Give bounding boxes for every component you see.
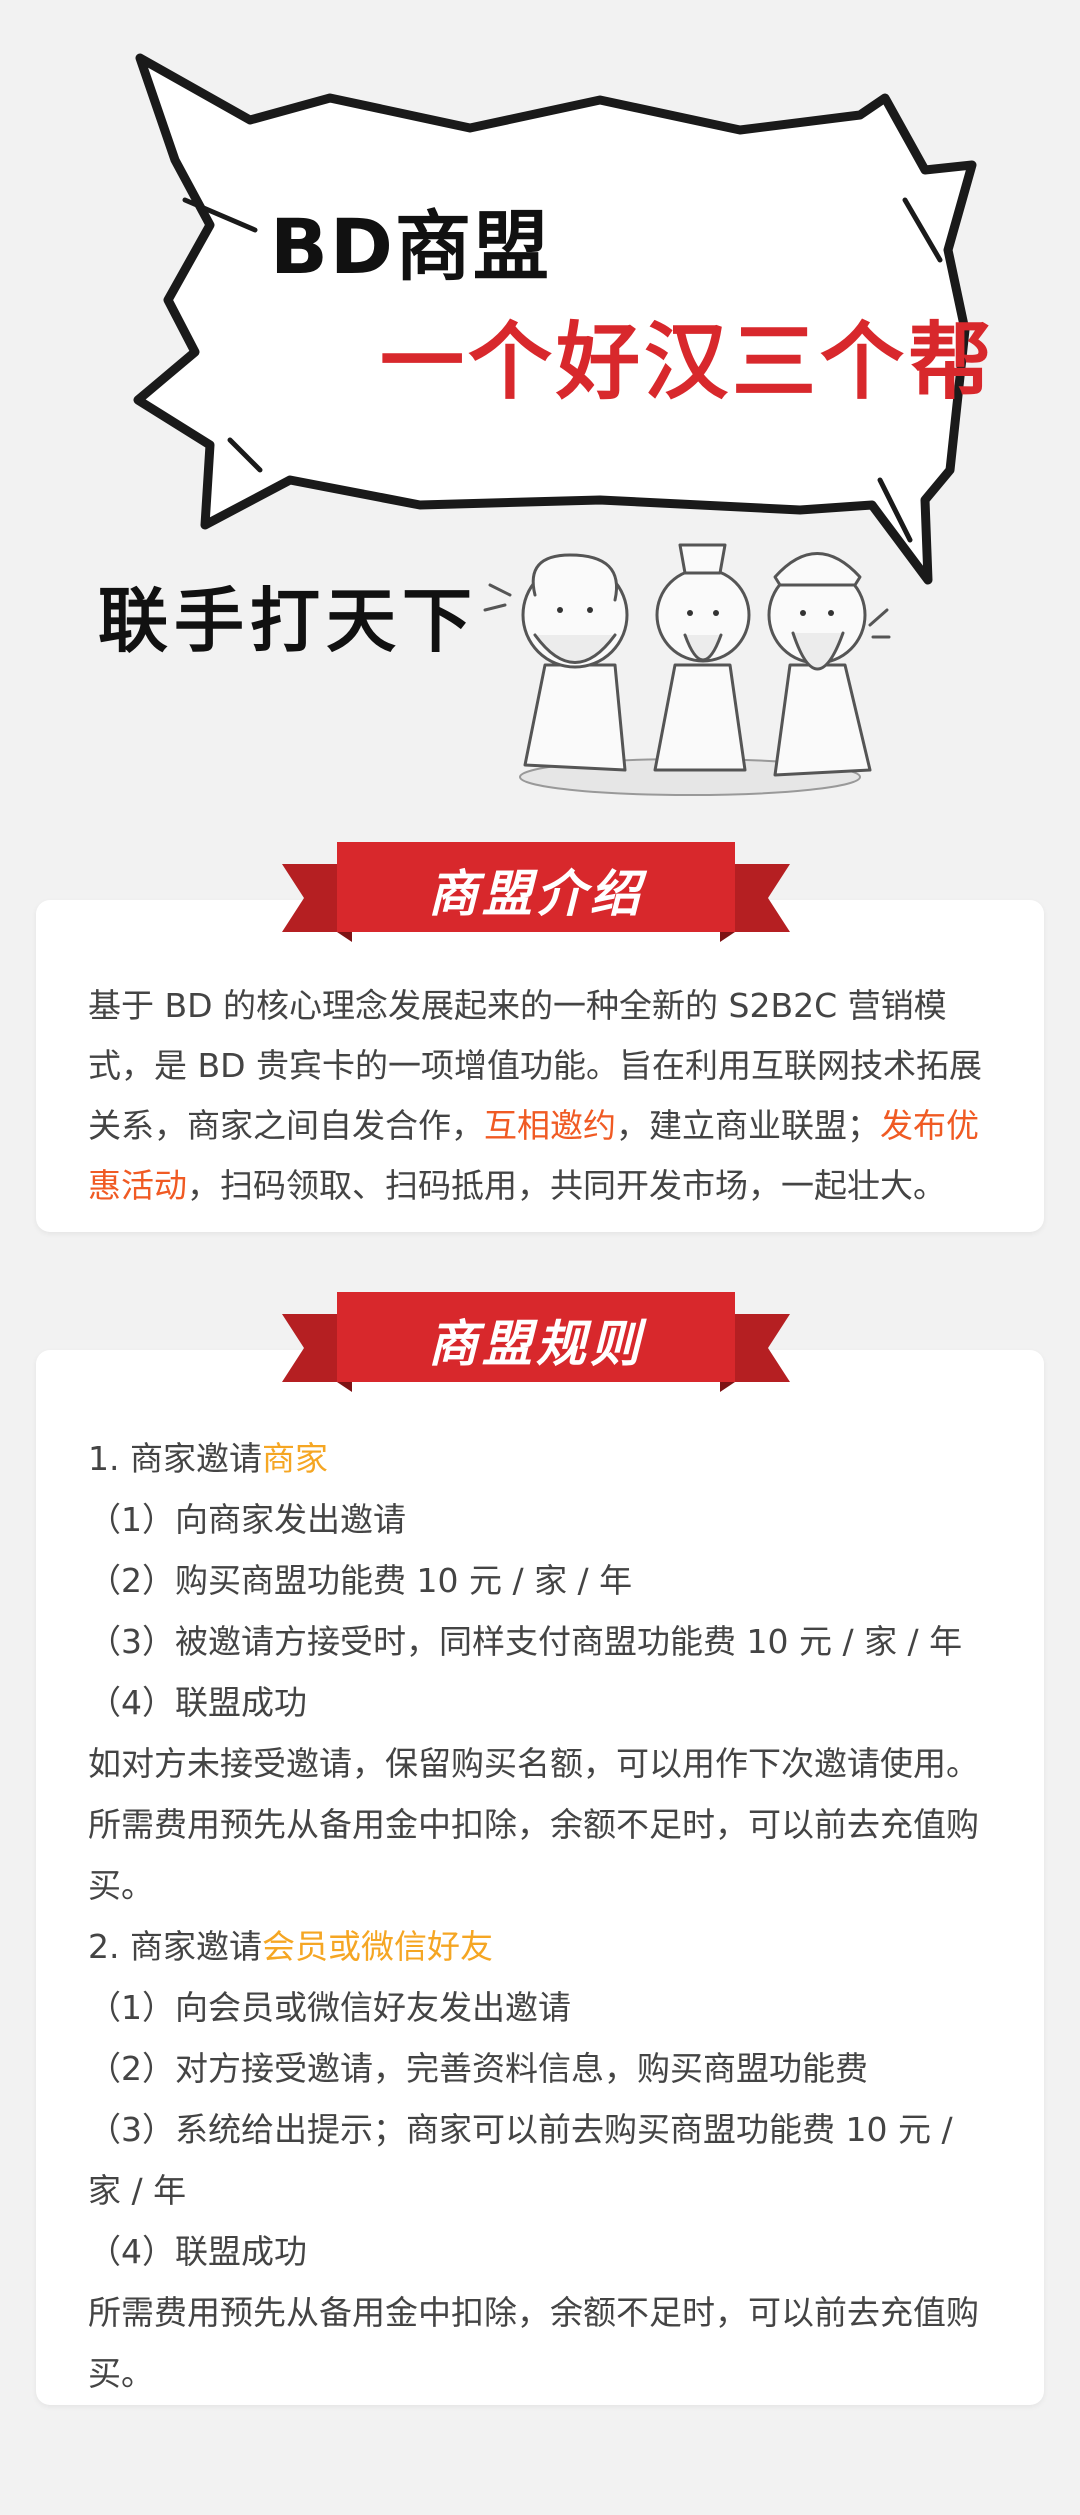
rule-2-step: （3）系统给出提示；商家可以前去购买商盟功能费 10 元 / 家 / 年 <box>88 2110 953 2210</box>
rule-2-step: （2）对方接受邀请，完善资料信息，购买商盟功能费 <box>88 2049 868 2088</box>
rule-1-title: 1. 商家邀请商家 <box>88 1428 992 1489</box>
rule-1-note: 如对方未接受邀请，保留购买名额，可以用作下次邀请使用。 <box>88 1744 979 1783</box>
rules-card: 1. 商家邀请商家 （1）向商家发出邀请 （2）购买商盟功能费 10 元 / 家… <box>36 1350 1044 2405</box>
intro-card: 基于 BD 的核心理念发展起来的一种全新的 S2B2C 营销模式，是 BD 贵宾… <box>36 900 1044 1232</box>
rule-1-prefix: 1. 商家邀请 <box>88 1439 262 1478</box>
rules-heading: 商盟规则 <box>428 1315 644 1373</box>
hero-title: BD商盟 <box>270 202 552 291</box>
rule-1-step: （2）购买商盟功能费 10 元 / 家 / 年 <box>88 1561 633 1600</box>
hero-side-text: 联手打天下 <box>98 580 478 662</box>
rule-1-fee-note: 所需费用预先从备用金中扣除，余额不足时，可以前去充值购买。 <box>88 1805 979 1905</box>
intro-paragraph: 基于 BD 的核心理念发展起来的一种全新的 S2B2C 营销模式，是 BD 贵宾… <box>88 976 992 1216</box>
rule-2-title: 2. 商家邀请会员或微信好友 <box>88 1916 992 1977</box>
hero-banner: BD商盟 一个好汉三个帮 联手打天下 <box>0 0 1080 820</box>
rule-1-step: （3）被邀请方接受时，同样支付商盟功能费 10 元 / 家 / 年 <box>88 1622 963 1661</box>
hero-slogan: 一个好汉三个帮 <box>380 313 997 411</box>
rules-ribbon-heading: 商盟规则 <box>282 1292 790 1392</box>
rule-2-highlight: 会员或微信好友 <box>261 1927 493 1966</box>
rule-2-step: （4）联盟成功 <box>88 2232 307 2271</box>
intro-ribbon-heading: 商盟介绍 <box>282 842 790 942</box>
rule-2-step: （1）向会员或微信好友发出邀请 <box>88 1988 571 2027</box>
intro-text-3: ，扫码领取、扫码抵用，共同开发市场，一起壮大。 <box>187 1166 946 1205</box>
rule-1-step: （4）联盟成功 <box>88 1683 307 1722</box>
rule-1-step: （1）向商家发出邀请 <box>88 1500 406 1539</box>
intro-text-2: ，建立商业联盟； <box>616 1106 880 1145</box>
three-heroes-illustration <box>483 543 891 796</box>
rule-2-prefix: 2. 商家邀请 <box>88 1927 262 1966</box>
rule-1-highlight: 商家 <box>261 1439 328 1478</box>
rule-2-fee-note: 所需费用预先从备用金中扣除，余额不足时，可以前去充值购买。 <box>88 2293 979 2393</box>
intro-heading: 商盟介绍 <box>428 865 644 923</box>
intro-highlight-mutual-invite: 互相邀约 <box>484 1106 616 1145</box>
